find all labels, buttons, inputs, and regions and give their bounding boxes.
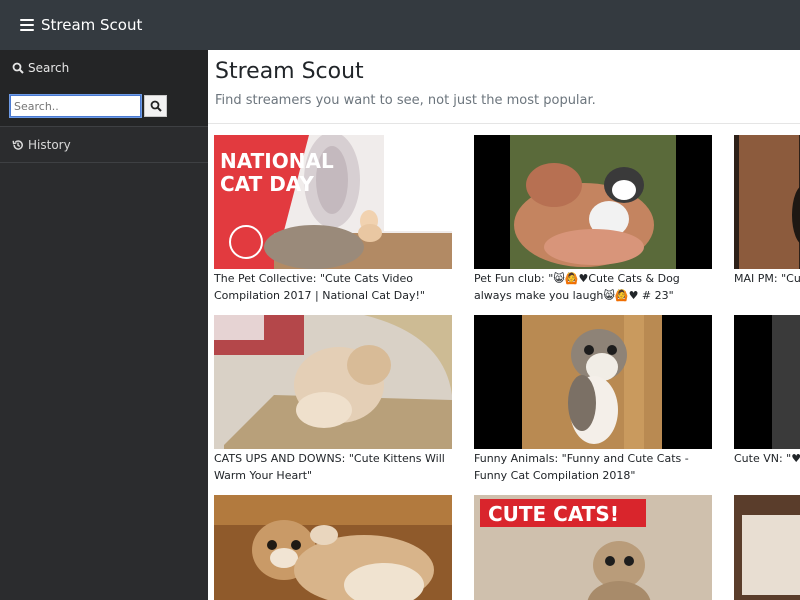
search-button[interactable] <box>144 95 167 117</box>
sidebar-item-history[interactable]: History <box>0 127 208 163</box>
stream-caption[interactable]: MAI PM: "Cu Compilation <box>734 270 800 287</box>
stream-thumbnail[interactable]: CUTE CATS! <box>474 495 712 600</box>
stream-caption[interactable]: CATS UPS AND DOWNS: "Cute Kittens Will W… <box>214 450 454 484</box>
stream-card[interactable]: NATIONAL CAT DAY The Pet Collective: "Cu… <box>214 135 452 304</box>
search-icon <box>12 62 24 74</box>
menu-icon[interactable] <box>20 19 34 31</box>
stream-thumbnail[interactable] <box>734 315 800 449</box>
stream-card[interactable]: Funny Animals: "Funny and Cute Cats - Fu… <box>474 315 712 484</box>
stream-thumbnail[interactable] <box>734 135 800 269</box>
stream-card[interactable] <box>214 495 452 600</box>
main-content: Stream Scout Find streamers you want to … <box>208 50 800 600</box>
thumbnail-title: CUTE CATS! <box>488 502 619 526</box>
divider <box>208 123 800 124</box>
app-brand[interactable]: Stream Scout <box>41 16 142 34</box>
stream-card[interactable]: CATS UPS AND DOWNS: "Cute Kittens Will W… <box>214 315 452 484</box>
sidebar-search-row <box>0 86 208 126</box>
svg-text:CAT DAY: CAT DAY <box>220 172 314 196</box>
stream-card[interactable]: CUTE CATS! <box>474 495 712 600</box>
search-input[interactable] <box>9 94 142 118</box>
top-navbar: Stream Scout <box>0 0 800 50</box>
stream-card[interactable] <box>734 495 800 600</box>
stream-thumbnail[interactable]: NATIONAL CAT DAY <box>214 135 452 269</box>
stream-thumbnail[interactable] <box>474 135 712 269</box>
thumbnail-title: NATIONAL <box>220 149 334 173</box>
sidebar-history-label: History <box>28 137 71 152</box>
stream-card[interactable]: MAI PM: "Cu Compilation <box>734 135 800 287</box>
stream-thumbnail[interactable] <box>734 495 800 600</box>
sidebar: Search History <box>0 50 208 600</box>
page-title: Stream Scout <box>215 59 364 84</box>
stream-card[interactable]: Pet Fun club: "😸🙆♥Cute Cats & Dog always… <box>474 135 712 304</box>
stream-caption[interactable]: Funny Animals: "Funny and Cute Cats - Fu… <box>474 450 714 484</box>
stream-caption[interactable]: The Pet Collective: "Cute Cats Video Com… <box>214 270 454 304</box>
sidebar-search-label: Search <box>28 61 70 75</box>
history-icon <box>12 139 23 150</box>
stream-card[interactable]: Cute VN: "♥C Things 2018♥ <box>734 315 800 467</box>
stream-caption[interactable]: Pet Fun club: "😸🙆♥Cute Cats & Dog always… <box>474 270 714 304</box>
stream-thumbnail[interactable] <box>474 315 712 449</box>
stream-thumbnail[interactable] <box>214 315 452 449</box>
stream-thumbnail[interactable] <box>214 495 452 600</box>
page-subtitle: Find streamers you want to see, not just… <box>215 93 596 108</box>
search-icon <box>150 100 162 112</box>
sidebar-search-header: Search <box>0 50 208 86</box>
stream-caption[interactable]: Cute VN: "♥C Things 2018♥ <box>734 450 800 467</box>
